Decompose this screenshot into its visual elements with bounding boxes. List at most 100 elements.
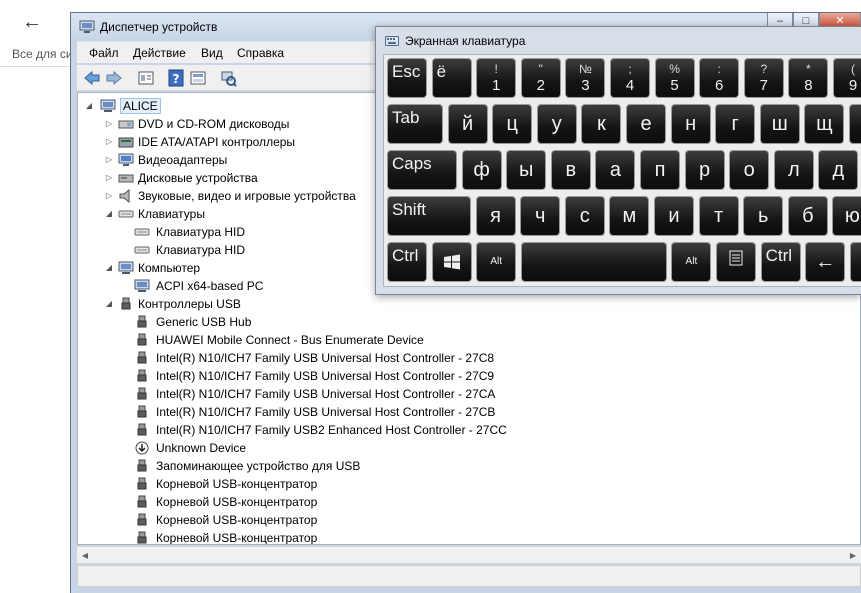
key-space[interactable]	[520, 242, 667, 282]
key-f[interactable]: ф	[461, 150, 502, 190]
key-yi[interactable]: ы	[506, 150, 547, 190]
usb-icon	[137, 459, 147, 472]
key-a[interactable]: а	[595, 150, 636, 190]
expand-arrow-icon[interactable]: ▷	[104, 133, 114, 151]
key-label: ф	[473, 159, 490, 181]
expand-arrow-icon[interactable]: ▷	[104, 187, 114, 205]
collapse-arrow-icon[interactable]: ◢	[84, 97, 94, 115]
key-4[interactable]: ; 4	[610, 58, 650, 98]
forward-arrow-icon[interactable]	[105, 69, 123, 87]
key-l[interactable]: л	[773, 150, 814, 190]
key-g[interactable]: г	[715, 104, 756, 144]
key-8[interactable]: * 8	[788, 58, 829, 98]
key-tab[interactable]: Tab	[387, 104, 443, 144]
key-d[interactable]: д	[818, 150, 859, 190]
key-3[interactable]: № 3	[565, 58, 606, 98]
key-label: а	[609, 159, 621, 181]
key-label: 8	[804, 77, 813, 94]
unknown-device-icon	[135, 441, 149, 455]
usb-icon	[137, 351, 147, 364]
key-label: ю	[844, 205, 860, 227]
key-5[interactable]: % 5	[654, 58, 695, 98]
key-shch[interactable]: щ	[804, 104, 845, 144]
key-6[interactable]: :6	[699, 58, 740, 98]
scroll-left-arrow-icon[interactable]: ◀	[79, 550, 91, 561]
key-label: ч	[534, 205, 546, 227]
key-b[interactable]: б	[787, 196, 828, 236]
key-ch[interactable]: ч	[520, 196, 561, 236]
key-i[interactable]: и	[654, 196, 694, 236]
display-adapter-icon	[118, 153, 134, 166]
osk-titlebar[interactable]: Экранная клавиатура	[376, 27, 861, 53]
key-t[interactable]: т	[698, 196, 739, 236]
menu-file[interactable]: Файл	[89, 46, 119, 60]
key-down[interactable]: ↓	[849, 242, 861, 282]
key-v[interactable]: в	[550, 150, 591, 190]
key-u[interactable]: у	[536, 104, 577, 144]
menu-help[interactable]: Справка	[237, 46, 284, 60]
key-ctrl-right[interactable]: Ctrl	[760, 242, 801, 282]
key-label: Alt	[490, 256, 503, 267]
key-soft[interactable]: ь	[743, 196, 784, 236]
key-yu[interactable]: ю	[832, 196, 861, 236]
tree-item-label: Unknown Device	[156, 441, 247, 455]
key-s[interactable]: с	[564, 196, 605, 236]
menu-view[interactable]: Вид	[201, 46, 223, 60]
speaker-icon	[119, 189, 130, 203]
scroll-right-arrow-icon[interactable]: ▶	[847, 550, 859, 561]
menu-action[interactable]: Действие	[133, 46, 186, 60]
key-shift-left[interactable]: Shift	[387, 196, 471, 236]
collapse-arrow-icon[interactable]: ◢	[104, 259, 114, 277]
help-icon[interactable]: ?	[167, 69, 185, 87]
key-2[interactable]: " 2	[520, 58, 561, 98]
show-hidden-icon[interactable]	[189, 69, 207, 87]
expand-arrow-icon[interactable]: ▷	[104, 169, 114, 187]
expand-arrow-icon[interactable]: ▷	[104, 115, 114, 133]
properties-icon[interactable]	[137, 69, 155, 87]
key-label: 3	[581, 77, 590, 94]
key-sh[interactable]: ш	[759, 104, 800, 144]
tree-item-label: Intel(R) N10/ICH7 Family USB Universal H…	[156, 369, 495, 383]
key-ctrl-left[interactable]: Ctrl	[387, 242, 427, 282]
key-label: н	[685, 113, 697, 135]
key-r[interactable]: р	[684, 150, 725, 190]
key-z[interactable]: з	[849, 104, 861, 144]
key-ya[interactable]: я	[475, 196, 516, 236]
key-ts[interactable]: ц	[492, 104, 533, 144]
back-arrow-icon[interactable]: ←	[20, 10, 44, 34]
usb-icon	[137, 513, 147, 526]
key-alt-right[interactable]: Alt	[671, 242, 712, 282]
key-yo[interactable]: ё	[431, 58, 472, 98]
key-7[interactable]: ? 7	[743, 58, 784, 98]
key-e[interactable]: е	[626, 104, 666, 144]
key-n[interactable]: н	[670, 104, 711, 144]
key-p[interactable]: п	[640, 150, 680, 190]
key-label: ш	[771, 113, 788, 135]
key-o[interactable]: о	[729, 150, 770, 190]
key-m[interactable]: м	[609, 196, 650, 236]
tree-item-label: Звуковые, видео и игровые устройства	[138, 189, 356, 203]
key-alt-left[interactable]: Alt	[476, 242, 517, 282]
expand-arrow-icon[interactable]: ▷	[104, 151, 114, 169]
key-caps[interactable]: Caps	[387, 150, 457, 190]
collapse-arrow-icon[interactable]: ◢	[104, 205, 114, 223]
key-label: в	[565, 159, 577, 181]
background-page-text: Все для си	[12, 47, 73, 61]
computer-icon	[100, 99, 116, 112]
key-win[interactable]	[431, 242, 472, 282]
usb-icon	[137, 423, 147, 436]
scan-hardware-icon[interactable]	[219, 69, 237, 87]
key-esc[interactable]: Esc	[387, 58, 427, 98]
computer-icon	[118, 261, 134, 274]
key-left[interactable]: ←	[805, 242, 846, 282]
horizontal-scrollbar[interactable]: ◀ ▶	[77, 546, 861, 563]
key-9[interactable]: (9	[833, 58, 861, 98]
collapse-arrow-icon[interactable]: ◢	[104, 295, 114, 313]
key-k[interactable]: к	[581, 104, 622, 144]
back-arrow-icon[interactable]	[83, 69, 101, 87]
keyboard-icon	[134, 228, 150, 236]
key-y[interactable]: й	[447, 104, 488, 144]
key-label: и	[668, 205, 680, 227]
key-menu[interactable]	[716, 242, 756, 282]
key-1[interactable]: ! 1	[476, 58, 517, 98]
